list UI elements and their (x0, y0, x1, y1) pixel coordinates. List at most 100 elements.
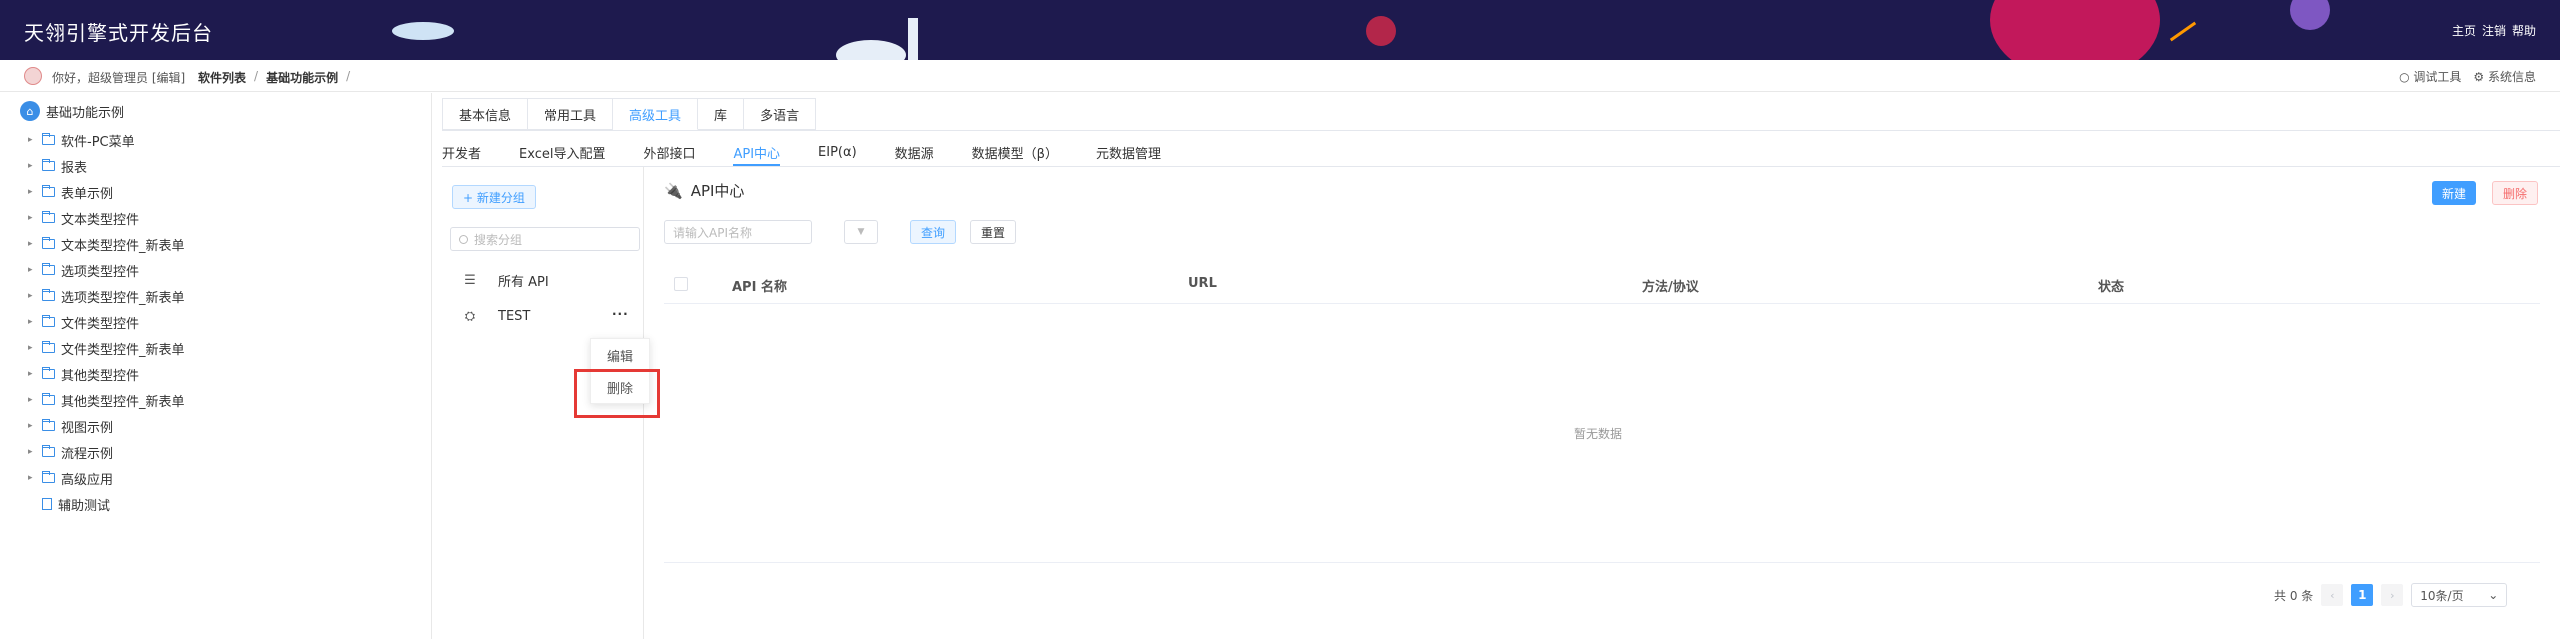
reset-button[interactable]: 重置 (970, 220, 1017, 244)
page-title: 🔌 API中心 (664, 181, 745, 201)
tree-item[interactable]: ▸ 软件-PC菜单 (28, 127, 185, 153)
tree-item[interactable]: ▸ 文件类型控件 (28, 309, 185, 335)
tree-item[interactable]: ▸ 其他类型控件 (28, 361, 185, 387)
page-size-select[interactable]: 10条/页 ⌄ (2411, 583, 2508, 607)
tab-metadata[interactable]: 元数据管理 (1096, 138, 1181, 166)
more-icon[interactable]: ··· (612, 307, 629, 321)
column-status: 状态 (2098, 280, 2125, 295)
file-icon (42, 498, 52, 510)
caret-right-icon[interactable]: ▸ (28, 447, 36, 457)
tree-leaf[interactable]: 辅助测试 (28, 491, 185, 517)
caret-right-icon[interactable]: ▸ (28, 265, 36, 275)
highlight-box (574, 369, 660, 418)
tree-item[interactable]: ▸ 选项类型控件 (28, 257, 185, 283)
nav-home-link[interactable]: 主页 (2452, 22, 2476, 39)
folder-icon (42, 185, 55, 197)
next-page-button[interactable]: › (2381, 584, 2404, 606)
tab-advanced-tools[interactable]: 高级工具 (613, 98, 699, 130)
comet-icon (2169, 21, 2197, 42)
tab-multilanguage[interactable]: 多语言 (744, 98, 817, 130)
group-all-api[interactable]: ☰ 所有 API (462, 271, 549, 290)
caret-right-icon[interactable]: ▸ (28, 213, 36, 223)
caret-right-icon[interactable]: ▸ (28, 473, 36, 483)
folder-icon (42, 393, 55, 405)
tree-item[interactable]: ▸ 表单示例 (28, 179, 185, 205)
caret-right-icon[interactable]: ▸ (28, 187, 36, 197)
tab-api-center[interactable]: API中心 (733, 138, 800, 166)
tab-external-api[interactable]: 外部接口 (643, 138, 715, 166)
tab-excel-import[interactable]: Excel导入配置 (519, 138, 625, 166)
plug-icon: 🔌 (664, 181, 683, 200)
tree-item[interactable]: ▸ 选项类型控件_新表单 (28, 283, 185, 309)
nav-logout-link[interactable]: 注销 (2482, 22, 2506, 39)
caret-right-icon[interactable]: ▸ (28, 421, 36, 431)
page-number-current[interactable]: 1 (2351, 584, 2374, 606)
tree-item[interactable]: ▸ 流程示例 (28, 439, 185, 465)
caret-right-icon[interactable]: ▸ (28, 395, 36, 405)
system-info-link[interactable]: ⚙ 系统信息 (2473, 68, 2536, 85)
crumb-separator: / (346, 69, 351, 83)
api-name-search-input[interactable]: 请输入API名称 (664, 220, 812, 244)
caret-right-icon[interactable]: ▸ (28, 369, 36, 379)
tree-item[interactable]: ▸ 报表 (28, 153, 185, 179)
tree-item[interactable]: ▸ 其他类型控件_新表单 (28, 387, 185, 413)
folder-icon (42, 471, 55, 483)
secondary-tabs: 开发者 Excel导入配置 外部接口 API中心 EIP(α) 数据源 数据模型… (442, 138, 1199, 166)
tower-icon (908, 18, 918, 60)
tree-root[interactable]: ⌂ 基础功能示例 (20, 101, 124, 121)
caret-right-icon[interactable]: ▸ (28, 135, 36, 145)
tree-item[interactable]: ▸ 文本类型控件_新表单 (28, 231, 185, 257)
query-button[interactable]: 查询 (910, 220, 957, 244)
crumb-basic-demo[interactable]: 基础功能示例 (266, 69, 338, 86)
caret-right-icon[interactable]: ▸ (28, 239, 36, 249)
tab-common-tools[interactable]: 常用工具 (528, 98, 614, 130)
tab-datasource[interactable]: 数据源 (895, 138, 954, 166)
prev-page-button[interactable]: ‹ (2321, 584, 2344, 606)
pagination: 共 0 条 ‹ 1 › 10条/页 ⌄ (2274, 583, 2508, 607)
crumb-software-list[interactable]: 软件列表 (198, 69, 246, 86)
tree-item[interactable]: ▸ 文本类型控件 (28, 205, 185, 231)
folder-icon (42, 211, 55, 223)
avatar[interactable] (24, 67, 42, 85)
big-planet-icon (1990, 0, 2160, 60)
select-all-checkbox[interactable] (674, 277, 688, 291)
tab-basic-info[interactable]: 基本信息 (442, 98, 529, 130)
search-icon (459, 234, 468, 244)
tree-list: ▸ 软件-PC菜单 ▸ 报表 ▸ 表单示例 ▸ 文本类型控件 ▸ 文本类型控件_新表单 ▸… (28, 127, 185, 517)
caret-right-icon[interactable]: ▸ (28, 343, 36, 353)
caret-right-icon[interactable]: ▸ (28, 161, 36, 171)
column-method: 方法/协议 (1642, 280, 1699, 295)
circle-icon: ○ (2399, 70, 2414, 84)
delete-api-button[interactable]: 删除 (2492, 181, 2539, 205)
nav-help-link[interactable]: 帮助 (2512, 22, 2536, 39)
header-nav: 主页 注销 帮助 (2452, 22, 2536, 39)
home-icon: ⌂ (20, 101, 40, 121)
folder-icon (42, 159, 55, 171)
debug-tools-link[interactable]: ○ 调试工具 (2399, 68, 2461, 85)
tree-item[interactable]: ▸ 高级应用 (28, 465, 185, 491)
group-test[interactable]: ⛭ TEST (462, 309, 531, 324)
folder-icon (42, 315, 55, 327)
user-greeting[interactable]: 你好，超级管理员 [编辑] (52, 69, 185, 86)
tabs-divider (442, 166, 2560, 167)
tab-developer[interactable]: 开发者 (442, 138, 501, 166)
caret-right-icon[interactable]: ▸ (28, 317, 36, 327)
tab-data-model[interactable]: 数据模型（β） (972, 138, 1078, 166)
tree-item[interactable]: ▸ 视图示例 (28, 413, 185, 439)
tab-eip[interactable]: EIP(α) (818, 138, 877, 166)
new-group-button[interactable]: + 新建分组 (452, 185, 536, 209)
menu-item-edit[interactable]: 编辑 (591, 339, 649, 371)
new-api-button[interactable]: 新建 (2432, 181, 2477, 205)
tree-item[interactable]: ▸ 文件类型控件_新表单 (28, 335, 185, 361)
group-search-input[interactable]: 搜索分组 (450, 227, 640, 251)
filter-select[interactable]: ▼ (844, 220, 878, 244)
table-bottom-border (664, 562, 2540, 563)
breadcrumb-bar: 你好，超级管理员 [编辑] 软件列表 / 基础功能示例 / ○ 调试工具 ⚙ 系… (0, 60, 2560, 92)
folder-icon (42, 419, 55, 431)
module-tree: ⌂ 基础功能示例 ▸ 软件-PC菜单 ▸ 报表 ▸ 表单示例 ▸ 文本类型控件 ▸ 文本类… (0, 93, 432, 639)
caret-right-icon[interactable]: ▸ (28, 291, 36, 301)
folder-icon (42, 263, 55, 275)
tab-library[interactable]: 库 (698, 98, 745, 130)
tabs-divider (442, 130, 2560, 131)
app-title: 天翎引擎式开发后台 (24, 21, 213, 45)
